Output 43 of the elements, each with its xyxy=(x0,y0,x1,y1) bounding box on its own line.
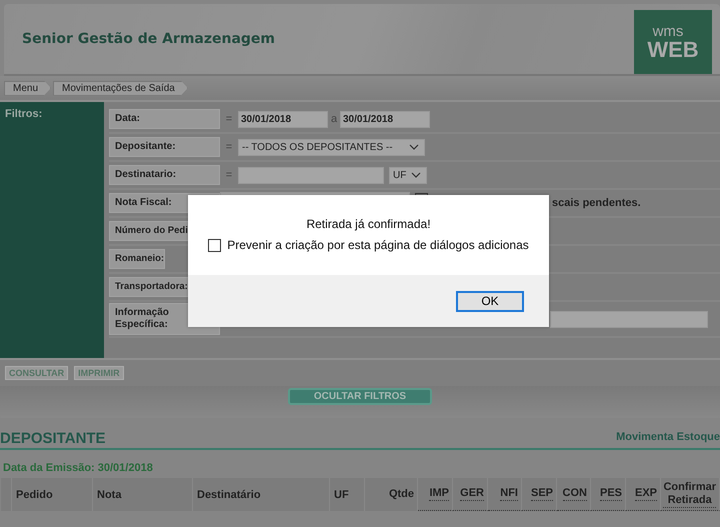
depositor-select[interactable]: -- TODOS OS DEPOSITANTES -- xyxy=(238,138,425,156)
dialog-message: Retirada já confirmada! xyxy=(306,217,431,231)
column-header: Confirmar Retirada xyxy=(661,478,720,511)
chevron-icon xyxy=(411,172,421,178)
equals-sign: = xyxy=(224,113,234,125)
group-label: Data da Emissão: 30/01/2018 xyxy=(3,462,154,474)
filter-label: Data: xyxy=(109,109,220,129)
column-header: Nota xyxy=(93,478,193,511)
filters-title: Filtros: xyxy=(5,108,42,120)
date-from-field[interactable]: 30/01/2018 xyxy=(238,110,328,128)
equals-sign: = xyxy=(224,169,234,181)
column-header: SEP xyxy=(522,478,557,511)
breadcrumb-link[interactable]: Menu xyxy=(4,80,52,96)
breadcrumb-link[interactable]: Movimentações de Saída xyxy=(53,80,188,96)
column-header: IMP xyxy=(418,478,453,511)
column-header: PES xyxy=(591,478,626,511)
recipient-field[interactable] xyxy=(238,166,384,184)
column-header: NFI xyxy=(488,478,522,511)
filter-label: Transportadora: xyxy=(109,277,189,297)
ok-button[interactable]: OK xyxy=(456,290,524,312)
column-header: CON xyxy=(557,478,591,511)
date-to-field[interactable]: 30/01/2018 xyxy=(340,110,430,128)
uf-select[interactable]: UF xyxy=(389,166,427,184)
column-header: Pedido xyxy=(12,478,93,511)
filter-label: Depositante: xyxy=(109,137,220,157)
checkbox-label: Prevenir a criação por esta página de diálogos adicionas xyxy=(227,238,529,252)
pending-label: scais pendentes. xyxy=(552,197,641,209)
filter-label: Destinatario: xyxy=(109,165,220,185)
app-title: Senior Gestão de Armazenagem xyxy=(22,31,276,47)
section-title: DEPOSITANTE xyxy=(0,430,106,447)
column-header: GER xyxy=(453,478,488,511)
prevent-dialogs-checkbox[interactable] xyxy=(208,238,222,252)
logo: wms WEB xyxy=(634,10,712,74)
chevron-icon xyxy=(409,144,419,150)
column-header: EXP xyxy=(626,478,661,511)
range-separator: a xyxy=(330,113,338,125)
filter-label: Número do Pedi xyxy=(109,221,189,241)
column-header: UF xyxy=(330,478,365,511)
column-header: Destinatário xyxy=(193,478,330,511)
info-field[interactable] xyxy=(550,310,708,328)
column-header: Qtde xyxy=(365,478,418,511)
equals-sign: = xyxy=(224,141,234,153)
filter-label: Romaneio: xyxy=(109,249,166,269)
